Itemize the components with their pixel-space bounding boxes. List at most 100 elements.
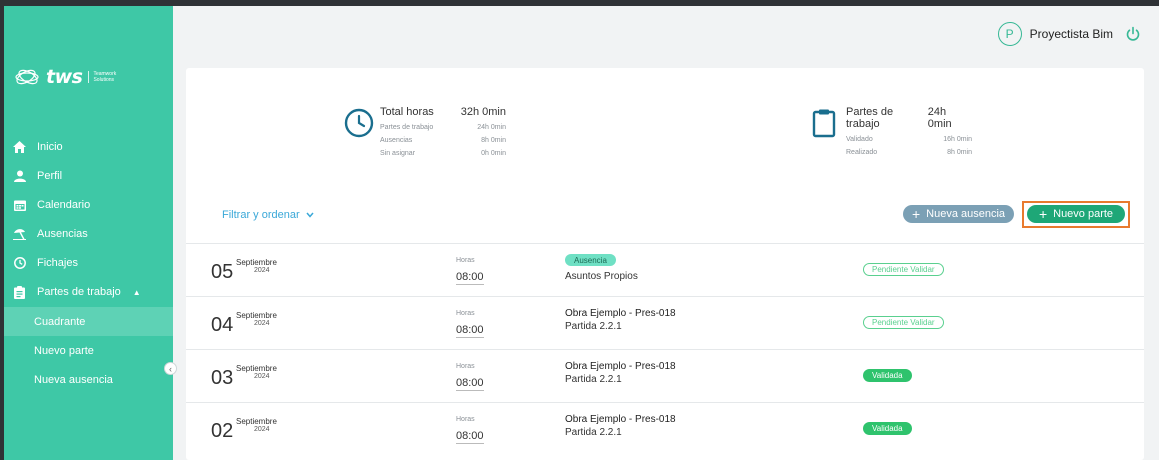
home-icon	[13, 140, 26, 153]
entry-month: Septiembre	[236, 311, 277, 320]
summary-hours-row: Partes de trabajo 24h 0min	[380, 121, 506, 134]
chevron-down-icon	[306, 212, 314, 218]
entry-year: 2024	[254, 373, 270, 380]
summary-row-label: Ausencias	[380, 137, 413, 144]
brand-tagline: Teamwork Solutions	[88, 71, 116, 83]
sidebar-item-ausencias[interactable]: Ausencias	[4, 219, 173, 248]
sidebar-item-label: Fichajes	[37, 256, 78, 269]
entry-month: Septiembre	[236, 258, 277, 267]
summary-hours-head: Total horas 32h 0min	[380, 106, 506, 118]
nueva-ausencia-button[interactable]: + Nueva ausencia	[903, 205, 1014, 223]
summary-partes-total: 24h 0min	[927, 106, 952, 130]
brand-logo[interactable]: tws Teamwork Solutions	[14, 64, 116, 90]
brand-tagline-line2: Solutions	[93, 77, 115, 83]
plus-icon: +	[911, 206, 921, 222]
status-badge: Pendiente Validar	[863, 263, 944, 276]
user-menu[interactable]: P Proyectista Bim	[997, 22, 1141, 46]
nuevo-parte-label: Nuevo parte	[1053, 208, 1114, 220]
user-icon	[13, 169, 26, 182]
sidebar-item-perfil[interactable]: Perfil	[4, 161, 173, 190]
summary-hours-row: Ausencias 8h 0min	[380, 134, 506, 147]
list-item[interactable]: 02 Septiembre 2024 Horas 08:00 Obra Ejem…	[186, 402, 1144, 455]
summary-row-value: 0h 0min	[481, 150, 506, 157]
avatar[interactable]: P	[997, 22, 1022, 46]
collapse-sidebar-button[interactable]: ‹	[164, 362, 177, 375]
entry-title: Obra Ejemplo - Pres-018	[565, 308, 676, 319]
sidebar-item-label: Ausencias	[37, 227, 88, 240]
entry-hours-value: 08:00	[456, 324, 484, 338]
clipboard-icon	[812, 109, 836, 138]
sidebar-subitem-nueva-ausencia[interactable]: Nueva ausencia	[4, 365, 173, 394]
summary-partes-row: Validado 16h 0min	[846, 133, 972, 146]
entry-hours-label: Horas	[456, 416, 475, 423]
nuevo-parte-button[interactable]: + Nuevo parte	[1027, 205, 1125, 223]
filter-sort-label: Filtrar y ordenar	[222, 209, 300, 221]
summary-row-value: 8h 0min	[947, 149, 972, 156]
status-badge: Validada	[863, 422, 912, 435]
entry-title: Obra Ejemplo - Pres-018	[565, 414, 676, 425]
status-badge: Pendiente Validar	[863, 316, 944, 329]
list-item[interactable]: 03 Septiembre 2024 Horas 08:00 Obra Ejem…	[186, 349, 1144, 402]
sidebar-nav: Inicio Perfil Calendario Ausencias Ficha…	[4, 132, 173, 394]
summary-row-label: Partes de trabajo	[380, 124, 434, 131]
sidebar: tws Teamwork Solutions Inicio Perfil Cale…	[4, 6, 173, 460]
clock-icon	[344, 108, 374, 138]
entry-hours-value: 08:00	[456, 271, 484, 285]
summary-hours-total: 32h 0min	[460, 106, 506, 118]
partes-list: 05 Septiembre 2024 Horas 08:00 Ausencia …	[186, 243, 1144, 455]
entry-hours-label: Horas	[456, 257, 475, 264]
beach-icon	[13, 227, 26, 240]
chevron-left-icon: ‹	[169, 363, 172, 374]
filter-sort-dropdown[interactable]: Filtrar y ordenar	[222, 209, 314, 221]
summary-partes-row: Realizado 8h 0min	[846, 146, 972, 159]
power-icon[interactable]	[1125, 26, 1141, 42]
sidebar-item-label: Perfil	[37, 169, 63, 182]
entry-subtitle: Partida 2.2.1	[565, 427, 622, 438]
summary-hours-title: Total horas	[380, 106, 434, 118]
summary-hours-details: Total horas 32h 0min Partes de trabajo 24h…	[380, 106, 506, 160]
entry-month: Septiembre	[236, 417, 277, 426]
summary-row-value: 24h 0min	[477, 124, 506, 131]
partes-panel: Total horas 32h 0min Partes de trabajo 24h…	[186, 68, 1144, 460]
summary-row-label: Realizado	[846, 149, 878, 156]
sidebar-item-partes-de-trabajo[interactable]: Partes de trabajo ▲	[4, 277, 173, 307]
summary-partes-title: Partes de trabajo	[846, 106, 894, 130]
list-item[interactable]: 05 Septiembre 2024 Horas 08:00 Ausencia …	[186, 243, 1144, 296]
brand-name: tws	[46, 66, 83, 88]
entry-hours-label: Horas	[456, 310, 475, 317]
entry-hours-value: 08:00	[456, 377, 484, 391]
plus-icon: +	[1038, 206, 1048, 222]
entry-year: 2024	[254, 426, 270, 433]
entry-day: 02	[211, 420, 234, 442]
sidebar-item-label: Calendario	[37, 198, 91, 211]
sidebar-item-calendario[interactable]: Calendario	[4, 190, 173, 219]
sidebar-subitem-nuevo-parte[interactable]: Nuevo parte	[4, 336, 173, 365]
sidebar-item-label: Inicio	[37, 140, 63, 153]
entry-hours-label: Horas	[456, 363, 475, 370]
entry-hours-value: 08:00	[456, 430, 484, 444]
summary-partes-trabajo: Partes de trabajo 24h 0min Validado 16h 0m…	[810, 106, 972, 159]
entry-title: Obra Ejemplo - Pres-018	[565, 361, 676, 372]
chevron-up-icon: ▲	[132, 287, 141, 297]
entry-subtitle: Partida 2.2.1	[565, 321, 622, 332]
list-item[interactable]: 04 Septiembre 2024 Horas 08:00 Obra Ejem…	[186, 296, 1144, 349]
summary-row-label: Validado	[846, 136, 873, 143]
entry-month: Septiembre	[236, 364, 277, 373]
summary-row-label: Sin asignar	[380, 150, 416, 157]
sidebar-item-fichajes[interactable]: Fichajes	[4, 248, 173, 277]
entry-day: 05	[211, 261, 234, 283]
summary-hours-row: Sin asignar 0h 0min	[380, 147, 506, 160]
entry-year: 2024	[254, 320, 270, 327]
summary-partes-head: Partes de trabajo 24h 0min	[846, 106, 972, 130]
summary-row-value: 8h 0min	[481, 137, 506, 144]
summary-total-horas: Total horas 32h 0min Partes de trabajo 24h…	[344, 106, 506, 160]
calendar-icon	[13, 198, 26, 211]
entry-subtitle: Partida 2.2.1	[565, 374, 622, 385]
main-area: P Proyectista Bim Total horas 32h 0min Pa…	[173, 6, 1159, 460]
nuevo-parte-highlight: + Nuevo parte	[1022, 201, 1130, 228]
sidebar-item-inicio[interactable]: Inicio	[4, 132, 173, 161]
clock-icon	[13, 256, 26, 269]
ausencia-badge: Ausencia	[565, 254, 616, 266]
entry-year: 2024	[254, 267, 270, 274]
sidebar-subitem-cuadrante[interactable]: Cuadrante	[4, 307, 173, 336]
